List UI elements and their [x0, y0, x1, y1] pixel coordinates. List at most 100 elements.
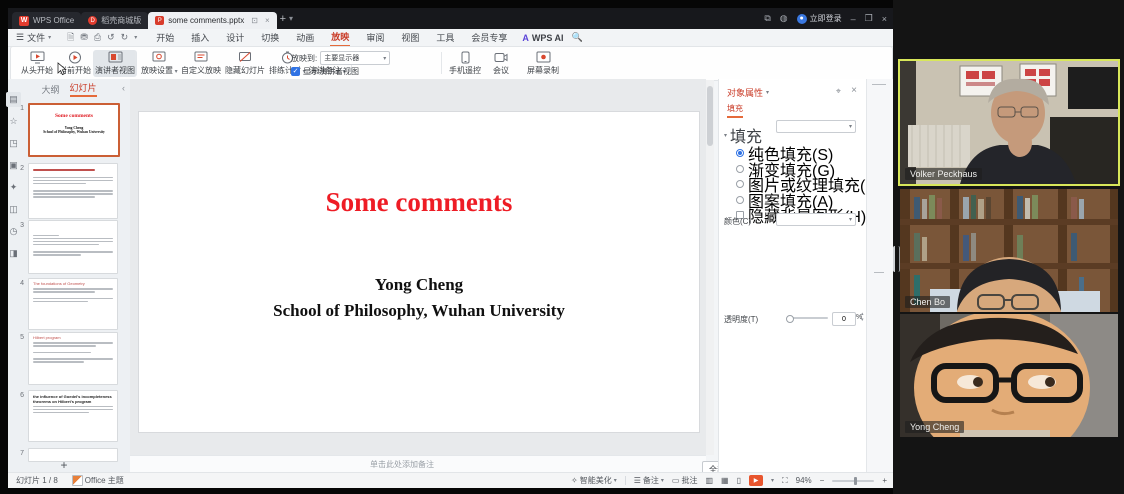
panel-drag-handle[interactable]	[893, 246, 900, 272]
collapse-panel-icon[interactable]: ‹	[122, 83, 125, 93]
slide-thumbnail-6[interactable]: the influence of Goedel's incompleteness…	[28, 390, 118, 442]
from-beginning-label: 从头开始	[21, 65, 53, 76]
video-tile-1[interactable]: Volker Peckhaus	[900, 61, 1118, 184]
help-tool-icon[interactable]: ◷	[6, 224, 21, 239]
print-icon[interactable]: ⎙	[94, 32, 101, 43]
slider-handle[interactable]	[786, 315, 794, 323]
tab-insert[interactable]: 插入	[190, 29, 210, 46]
slide-thumbnail-5[interactable]: Hilbert program	[28, 332, 118, 385]
wps-ai-button[interactable]: A WPS AI	[522, 33, 563, 43]
login-button[interactable]: ● 立即登录	[797, 13, 842, 24]
spinner-control[interactable]: ▴▾	[861, 311, 864, 323]
scrollbar-handle[interactable]	[707, 86, 713, 146]
presenter-view-button[interactable]: 演讲者视图	[93, 50, 137, 77]
new-tab-button[interactable]: +	[280, 13, 286, 25]
skin-icon[interactable]: ◍	[780, 13, 788, 24]
animation-tool-icon[interactable]: ✦	[6, 180, 21, 195]
maximize-button[interactable]: ❐	[865, 13, 873, 24]
image-tool-icon[interactable]: ▣	[6, 158, 21, 173]
shapes-tool-icon[interactable]: ◳	[6, 136, 21, 151]
checkbox-checked-icon: ✓	[291, 67, 300, 76]
show-settings-button[interactable]: 放映设置 ▾	[139, 50, 180, 77]
tab-wps-home[interactable]: W WPS Office	[12, 12, 81, 29]
current-slide[interactable]: Some comments Yong Cheng School of Philo…	[139, 112, 699, 432]
tab-review[interactable]: 审阅	[365, 29, 385, 46]
file-menu[interactable]: ☰ 文件 ▾	[8, 31, 59, 44]
slide-thumbnail-2[interactable]	[28, 163, 118, 219]
slideshow-play-button[interactable]: ▶	[749, 475, 763, 486]
slide-body-text[interactable]: Yong Cheng School of Philosophy, Wuhan U…	[139, 272, 699, 323]
star-tool-icon[interactable]: ☆	[6, 114, 21, 129]
tab-close-icon[interactable]: ×	[265, 16, 270, 25]
tab-list-icon[interactable]: ▾	[289, 14, 293, 23]
zoom-slider-handle[interactable]	[854, 477, 857, 485]
close-button[interactable]: ×	[882, 14, 887, 24]
screen-record-button[interactable]: 屏幕录制	[525, 50, 561, 77]
zoom-in-button[interactable]: +	[882, 476, 887, 485]
phone-remote-button[interactable]: 手机遥控	[447, 50, 483, 77]
slide-thumbnail-1[interactable]: Some comments Yong Cheng School of Philo…	[28, 103, 120, 157]
meeting-button[interactable]: 会议	[491, 50, 511, 77]
tab-document[interactable]: P some comments.pptx ⊡ ×	[148, 12, 276, 29]
tab-docer[interactable]: D 稻壳商城版	[81, 12, 148, 29]
slide-thumbnail-4[interactable]: The foundations of Geometry	[28, 278, 118, 330]
slide-thumbnail-7[interactable]	[28, 448, 118, 462]
redo-icon[interactable]: ↻	[121, 32, 129, 43]
notes-input[interactable]: 单击此处添加备注	[130, 455, 706, 472]
zoom-slider[interactable]	[832, 480, 874, 482]
properties-tool-icon[interactable]: ▤	[6, 92, 21, 107]
from-beginning-button[interactable]: 从头开始	[19, 50, 55, 77]
comments-button[interactable]: ▭ 批注	[672, 475, 698, 486]
notes-button[interactable]: ☰ 备注 ▾	[634, 475, 664, 486]
chart-tool-icon[interactable]: ◫	[6, 202, 21, 217]
hide-slide-button[interactable]: 隐藏幻灯片	[223, 50, 267, 77]
save-icon[interactable]: ⛃	[80, 32, 88, 43]
fill-tab[interactable]: 填充	[727, 103, 743, 118]
right-toolbar	[866, 79, 894, 472]
toolbar-divider	[874, 272, 884, 273]
fit-slide-icon[interactable]: ⛶	[782, 476, 788, 486]
search-icon[interactable]: 🔍	[572, 32, 583, 43]
show-presenter-view-checkbox[interactable]: ✓ 显示演讲者视图	[291, 66, 359, 77]
tab-slideshow[interactable]: 放映	[330, 28, 350, 47]
fill-type-select[interactable]: ▾	[776, 120, 856, 133]
canvas-scrollbar[interactable]	[706, 80, 714, 455]
theme-indicator[interactable]: Office 主题	[72, 475, 124, 486]
zoom-out-button[interactable]: −	[820, 476, 825, 485]
normal-view-button[interactable]: ▥	[705, 476, 713, 485]
color-select[interactable]: ▾	[776, 213, 856, 226]
transparency-slider[interactable]	[788, 317, 828, 319]
outline-tab[interactable]: 大纲	[41, 83, 59, 96]
transparency-value[interactable]: 0	[832, 312, 856, 326]
new-doc-icon[interactable]: 🗎	[67, 30, 74, 46]
slide-title[interactable]: Some comments	[139, 187, 699, 218]
tab-member[interactable]: 会员专享	[470, 29, 508, 46]
reading-view-button[interactable]: ▯	[737, 476, 741, 485]
minimize-button[interactable]: –	[851, 14, 856, 24]
custom-show-button[interactable]: 自定义放映	[179, 50, 223, 77]
sorter-view-button[interactable]: ▦	[721, 476, 729, 485]
clip-tool-icon[interactable]: ◨	[6, 246, 21, 261]
tab-view[interactable]: 视图	[400, 29, 420, 46]
tab-home[interactable]: 开始	[155, 29, 175, 46]
video-tile-3[interactable]: Yong Cheng	[900, 314, 1118, 437]
slides-tab[interactable]: 幻灯片	[70, 81, 97, 97]
panel-title[interactable]: 对象属性 ▾	[727, 86, 769, 99]
beautify-button[interactable]: ✧ 智能美化 ▾	[571, 475, 617, 486]
tab-design[interactable]: 设计	[225, 29, 245, 46]
panel-close-icon[interactable]: ×	[851, 85, 857, 96]
meeting-icon	[494, 51, 508, 64]
slide-thumbnail-3[interactable]	[28, 220, 118, 274]
tab-animation[interactable]: 动画	[295, 29, 315, 46]
layout-icon[interactable]: ⧉	[764, 13, 770, 24]
tab-transition[interactable]: 切换	[260, 29, 280, 46]
undo-icon[interactable]: ↺	[107, 32, 115, 43]
play-caret-icon[interactable]: ▾	[771, 477, 774, 484]
display-select[interactable]: 主要显示器 ▾	[320, 51, 390, 65]
pin-icon[interactable]: ⌖	[836, 86, 841, 97]
video-tile-2[interactable]: Chen Bo	[900, 189, 1118, 312]
tab-pin-icon[interactable]: ⊡	[251, 16, 258, 25]
add-slide-button[interactable]: +	[56, 458, 72, 472]
tab-tools[interactable]: 工具	[435, 29, 455, 46]
hide-slide-label: 隐藏幻灯片	[225, 65, 265, 76]
